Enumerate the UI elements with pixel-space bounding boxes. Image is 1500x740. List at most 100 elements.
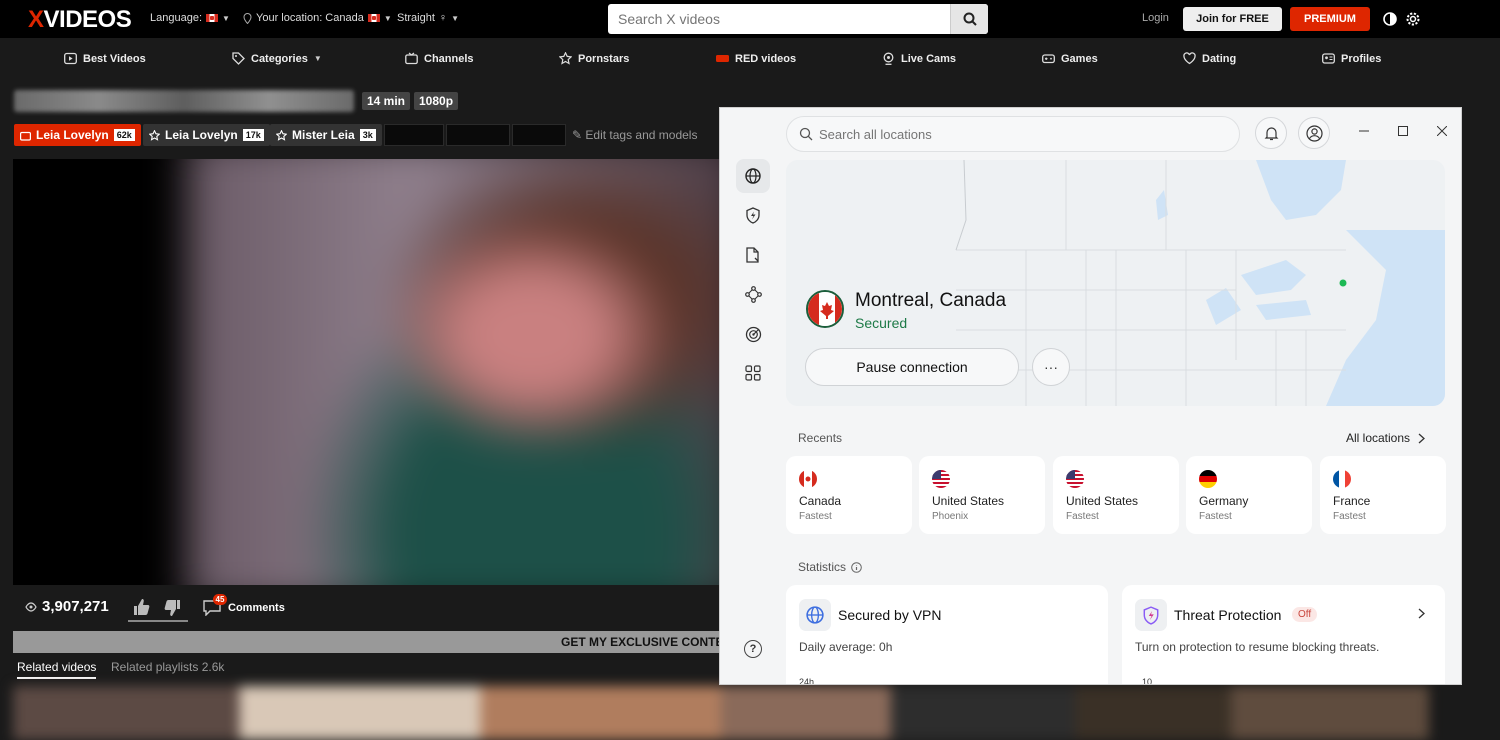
chevron-down-icon: ▼ [313,54,322,63]
exclusive-content-banner[interactable]: GET MY EXCLUSIVE CONTE [13,631,719,653]
profiles-icon [1322,53,1335,64]
related-playlists-count: 2.6k [201,660,225,674]
sidebar-item-locations[interactable] [736,159,770,193]
join-button[interactable]: Join for FREE [1183,7,1282,31]
sidebar-item-threat-protection[interactable] [742,204,764,226]
nav-channels[interactable]: Channels [405,52,474,65]
threat-protection-desc: Turn on protection to resume blocking th… [1135,640,1380,654]
sidebar-item-file-check[interactable] [742,244,764,266]
nav-live-cams[interactable]: Live Cams [882,52,956,65]
nav-profiles[interactable]: Profiles [1322,52,1381,65]
tag-icon [232,52,245,65]
recent-name: France [1333,494,1371,508]
gear-icon[interactable] [1405,11,1421,27]
nav-label: Categories [251,52,308,65]
redacted-tag[interactable] [384,124,444,146]
canada-flag-icon [367,14,380,22]
vpn-search-input[interactable] [819,117,1229,151]
all-locations-link[interactable]: All locations [1346,431,1426,445]
bell-icon [1264,126,1278,140]
related-thumbnails-blurred[interactable] [13,686,1429,740]
quality-badge: 1080p [414,92,459,110]
vpn-daily-average: Daily average: 0h [799,640,892,654]
video-player[interactable] [13,159,719,585]
nav-dating[interactable]: Dating [1183,52,1236,65]
close-icon[interactable] [1435,124,1449,138]
recent-sub: Fastest [1199,511,1232,522]
edit-tags-link[interactable]: ✎ Edit tags and models [572,128,697,142]
pause-connection-button[interactable]: Pause connection [805,348,1019,386]
more-options-button[interactable]: ··· [1032,348,1070,386]
tag-count: 3k [359,129,376,141]
redacted-tag[interactable] [446,124,510,146]
site-header: XVIDEOS Language: ▼ Your location: Canad… [0,0,1500,38]
recent-location-card[interactable]: France Fastest [1320,456,1446,534]
recent-location-card[interactable]: Canada Fastest [786,456,912,534]
premium-button[interactable]: PREMIUM [1290,7,1370,31]
language-selector[interactable]: Language: ▼ [150,12,230,24]
star-icon [149,129,160,141]
tag-label: Mister Leia [292,128,355,142]
help-icon[interactable]: ? [744,640,762,658]
sidebar-item-dark-web-monitor[interactable] [742,323,764,345]
contrast-toggle-icon[interactable] [1382,11,1398,27]
nav-label: Dating [1202,52,1237,65]
account-button[interactable] [1298,117,1330,149]
site-logo[interactable]: XVIDEOS [28,6,132,34]
site-search-button[interactable] [950,4,988,34]
location-pin-icon [243,12,252,24]
nav-pornstars[interactable]: Pornstars [559,52,629,65]
heart-icon [1183,52,1196,65]
recent-location-card[interactable]: Germany Fastest [1186,456,1312,534]
sidebar-item-apps[interactable] [742,362,764,384]
info-icon[interactable] [851,561,862,573]
threat-protection-card[interactable]: Threat Protection Off Turn on protection… [1122,585,1445,684]
red-badge-icon [716,55,729,62]
thumbs-down-icon[interactable] [162,598,182,618]
canada-flag-icon [806,290,844,328]
daily-average-label: Daily average: [799,640,880,654]
nav-label: Games [1061,52,1098,65]
model-tag[interactable]: Leia Lovelyn 17k [143,124,270,146]
model-tag[interactable]: Mister Leia 3k [270,124,382,146]
tab-related-videos[interactable]: Related videos [17,660,97,679]
redacted-tag[interactable] [512,124,566,146]
nav-games[interactable]: Games [1042,52,1098,65]
nav-best-videos[interactable]: Best Videos [64,52,146,65]
vpn-stats-card[interactable]: Secured by VPN Daily average: 0h 24h [786,585,1108,684]
nav-categories[interactable]: Categories ▼ [232,52,322,65]
thumbs-up-icon[interactable] [132,597,152,617]
edit-tags-label: Edit tags and models [585,128,698,142]
location-selector[interactable]: Your location: Canada ▼ [243,12,392,24]
sidebar-item-meshnet[interactable] [742,283,764,305]
maximize-icon[interactable] [1396,124,1410,138]
recent-name: United States [1066,494,1139,508]
nav-red-videos[interactable]: RED videos [716,52,796,65]
nav-label: Pornstars [578,52,630,65]
recent-location-card[interactable]: United States Fastest [1053,456,1179,534]
tv-icon [405,52,418,65]
recent-sub: Phoenix [932,511,969,522]
search-icon [963,12,977,26]
canada-flag-icon [206,14,218,22]
gamepad-icon [1042,54,1055,64]
tv-icon [20,131,31,141]
play-square-icon [64,52,77,65]
connected-location: Montreal, Canada [855,290,1007,311]
nav-label: Live Cams [901,52,957,65]
minimize-icon[interactable] [1357,124,1371,138]
login-link[interactable]: Login [1142,12,1169,24]
vpn-stats-title: Secured by VPN [838,607,942,623]
recent-sub: Fastest [1333,511,1366,522]
chevron-down-icon: ▼ [222,13,230,23]
site-search-input[interactable] [608,4,950,34]
notifications-button[interactable] [1255,117,1287,149]
orientation-selector[interactable]: Straight ♀ ▼ [397,12,459,24]
model-tag[interactable]: Leia Lovelyn 62k [14,124,141,146]
recent-location-card[interactable]: United States Phoenix [919,456,1045,534]
site-search [608,4,988,34]
tab-related-playlists[interactable]: Related playlists 2.6k [111,660,224,674]
usa-flag-icon [1066,470,1084,488]
all-locations-label: All locations [1346,431,1411,445]
status-badge: Off [1292,607,1318,622]
